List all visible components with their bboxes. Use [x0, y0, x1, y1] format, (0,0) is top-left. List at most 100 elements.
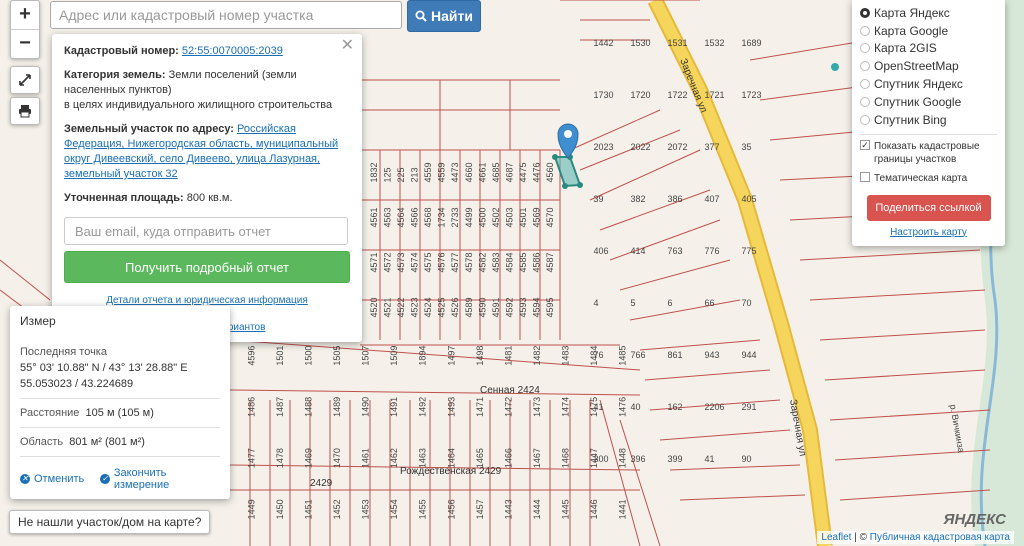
parcel-number-label: 1471: [475, 397, 485, 417]
parcel-number-label: 1498: [475, 346, 485, 366]
parcel-number-label: 4584: [505, 252, 515, 272]
layer-option[interactable]: Спутник Google: [860, 93, 997, 111]
parcel-number-label: 406: [594, 246, 609, 256]
parcel-number-label: 4575: [423, 252, 433, 272]
parcel-number-label: 766: [631, 350, 646, 360]
email-field[interactable]: [64, 217, 348, 245]
parcel-number-label: 4570: [545, 207, 555, 227]
printer-icon: [19, 105, 31, 118]
layer-option[interactable]: Карта 2GIS: [860, 40, 997, 58]
cadastral-number-link[interactable]: 52:55:0070005:2039: [182, 45, 283, 57]
parcel-number-label: 1485: [618, 346, 628, 366]
parcel-number-label: 4475: [518, 162, 528, 182]
parcel-number-label: 4589: [464, 297, 474, 317]
cadastral-number-row: Кадастровый номер: 52:55:0070005:2039: [64, 44, 350, 59]
parcel-number-label: 1474: [561, 397, 571, 417]
leaflet-link[interactable]: Leaflet: [821, 532, 851, 543]
close-icon[interactable]: ✕: [341, 38, 354, 54]
parcel-number-label: 70: [742, 298, 752, 308]
parcel-number-label: 76: [594, 350, 604, 360]
parcel-number-label: 39: [594, 194, 604, 204]
print-button[interactable]: [10, 97, 40, 125]
area-label: Уточненная площадь:: [64, 192, 184, 204]
zoom-control: + −: [10, 0, 40, 59]
search-input[interactable]: [50, 1, 402, 29]
measure-area-value: 801 м² (801 м²): [69, 436, 145, 448]
finish-measure-button[interactable]: ✓ Закончить измерение: [100, 467, 220, 491]
parcel-number-label: 382: [631, 194, 646, 204]
parcel-number-label: 225: [396, 167, 406, 182]
parcel-number-label: 4592: [505, 297, 515, 317]
parcel-number-label: 1720: [631, 90, 651, 100]
cancel-measure-button[interactable]: ✕ Отменить: [20, 467, 84, 491]
ruler-icon: [19, 74, 31, 86]
parcel-number-label: 4: [594, 298, 599, 308]
parcel-number-label: 1454: [389, 499, 399, 519]
finish-measure-label: Закончить измерение: [113, 467, 170, 491]
category-row: Категория земель: Земли поселений (земли…: [64, 68, 350, 113]
parcel-number-label: 396: [631, 454, 646, 464]
parcel-number-label: 1482: [532, 346, 542, 366]
parcel-number-label: 414: [631, 246, 646, 256]
report-details-link[interactable]: Детали отчета и юридическая информация: [106, 295, 308, 306]
parcel-number-label: 1463: [418, 448, 428, 468]
parcel-number-label: 776: [705, 246, 720, 256]
address-label: Земельный участок по адресу:: [64, 123, 234, 135]
layer-option[interactable]: Карта Яндекс: [860, 4, 997, 22]
parcel-number-label: 300: [594, 454, 609, 464]
zoom-out-button[interactable]: −: [11, 29, 39, 58]
cadastral-source-link[interactable]: Публичная кадастровая карта: [870, 532, 1010, 543]
layer-option-label: Спутник Яндекс: [874, 77, 963, 92]
distance-label: Расстояние: [20, 407, 80, 419]
setup-map-link[interactable]: Настроить карту: [860, 227, 997, 238]
parcel-number-label: 6: [668, 298, 673, 308]
layer-option[interactable]: Спутник Яндекс: [860, 75, 997, 93]
parcel-number-label: 4585: [518, 252, 528, 272]
parcel-number-label: 4661: [477, 162, 487, 182]
distance-value: 105 м (105 м): [85, 407, 154, 419]
parcel-number-label: 4564: [396, 207, 406, 227]
parcel-number-label: 4660: [464, 162, 474, 182]
area-row: Уточненная площадь: 800 кв.м.: [64, 191, 350, 206]
layer-option[interactable]: Спутник Bing: [860, 111, 997, 129]
parcel-number-label: 1469: [303, 448, 313, 468]
parcel-number-label: 4473: [450, 162, 460, 182]
parcel-number-label: 943: [705, 350, 720, 360]
parcel-number-label: 4587: [545, 252, 555, 272]
show-cadastral-toggle[interactable]: ✓ Показать кадастровые границы участков: [860, 139, 997, 166]
parcel-number-label: 1476: [618, 397, 628, 417]
thematic-map-toggle[interactable]: Тематическая карта: [860, 171, 997, 185]
get-report-button[interactable]: Получить подробный отчет: [64, 251, 350, 283]
parcel-number-label: 4520: [369, 297, 379, 317]
parcel-number-label: 1477: [246, 448, 256, 468]
parcel-number-label: 1832: [369, 162, 379, 182]
share-link-button[interactable]: Поделиться ссылкой: [866, 194, 991, 221]
parcel-number-label: 4685: [491, 162, 501, 182]
layer-option[interactable]: Карта Google: [860, 22, 997, 40]
parcel-number-label: 1497: [446, 346, 456, 366]
parcel-number-label: 1507: [361, 346, 371, 366]
parcel-number-label: 1450: [275, 499, 285, 519]
zoom-in-button[interactable]: +: [11, 1, 39, 29]
parcel-number-label: 4559: [423, 162, 433, 182]
parcel-number-label: 4524: [423, 297, 433, 317]
parcel-number-label: 1446: [589, 499, 599, 519]
parcel-number-label: 1444: [532, 499, 542, 519]
parcel-number-label: 1530: [631, 38, 651, 48]
parcel-number-label: 1441: [618, 499, 628, 519]
parcel-number-label: 291: [742, 402, 757, 412]
parcel-number-label: 4572: [382, 252, 392, 272]
parcel-number-label: 1464: [446, 448, 456, 468]
radio-icon: [860, 25, 870, 36]
radio-icon: [860, 7, 870, 18]
check-icon: ✓: [100, 474, 110, 484]
not-found-button[interactable]: Не нашли участок/дом на карте?: [9, 510, 211, 534]
parcel-number-label: 1722: [668, 90, 688, 100]
layer-option[interactable]: OpenStreetMap: [860, 57, 997, 75]
measure-button[interactable]: [10, 66, 40, 94]
parcel-number-label: 861: [668, 350, 683, 360]
search-button[interactable]: Найти: [407, 0, 481, 32]
parcel-number-label: 5: [631, 298, 636, 308]
parcel-number-label: 4521: [382, 297, 392, 317]
checkbox-icon: [860, 171, 870, 182]
